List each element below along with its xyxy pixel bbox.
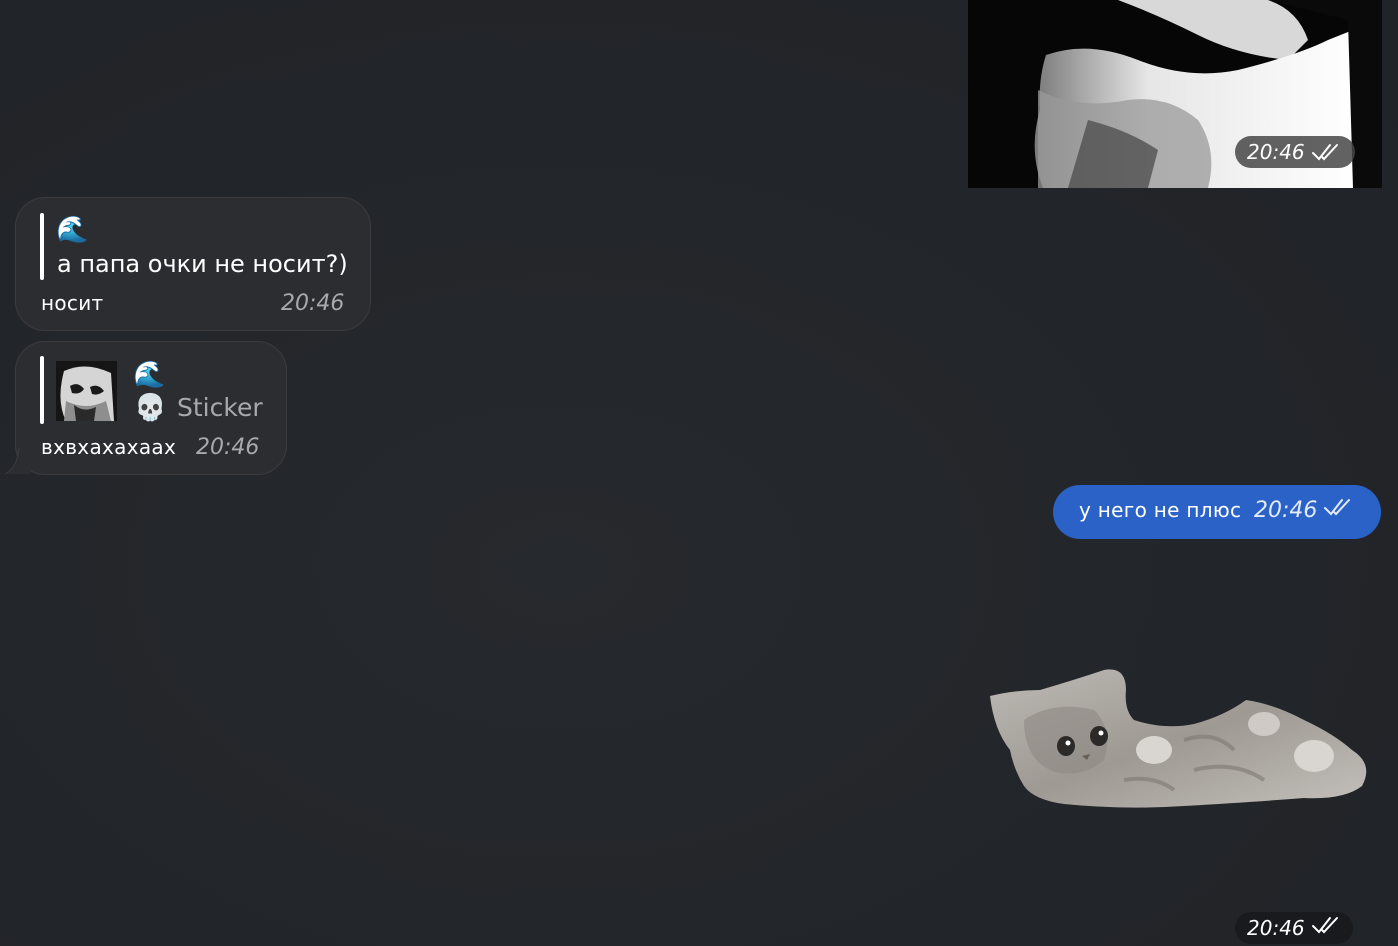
media-message[interactable]: 20:46: [968, 0, 1382, 188]
wave-emoji: 🌊: [133, 360, 166, 390]
kitten-sticker[interactable]: [984, 660, 1376, 820]
reply-thumbnail[interactable]: [56, 361, 117, 421]
message-text: вхвхахахаах: [41, 435, 177, 459]
message-text: носит: [41, 291, 104, 315]
skull-emoji: 💀: [134, 393, 167, 423]
message-time: 20:46: [1254, 497, 1318, 523]
double-check-icon: [1311, 912, 1341, 944]
reply-quote-text[interactable]: а папа очки не носит?): [57, 250, 348, 278]
message-time: 20:46: [196, 435, 260, 460]
message-text: у него не плюс: [1079, 498, 1242, 522]
reply-quote-bar: [40, 213, 44, 280]
double-check-icon: [1323, 497, 1353, 523]
message-time: 20:46: [281, 291, 345, 316]
chat-history[interactable]: 20:46 🌊 а папа очки не носит?) носит 20:…: [0, 0, 1398, 946]
bubble-tail: [4, 448, 31, 475]
media-time: 20:46: [1247, 140, 1305, 164]
double-check-icon: [1311, 142, 1341, 162]
reply-sticker-label[interactable]: Sticker: [177, 393, 263, 422]
media-time-badge: 20:46: [1235, 136, 1355, 168]
incoming-message[interactable]: 🌊 💀 Sticker вхвхахахаах 20:46: [15, 341, 287, 475]
wave-emoji: 🌊: [56, 215, 89, 245]
sticker-time: 20:46: [1247, 916, 1305, 940]
message-meta: 20:46: [1254, 497, 1353, 523]
outgoing-message[interactable]: у него не плюс 20:46: [1053, 485, 1381, 539]
reply-quote-bar: [40, 356, 44, 424]
sticker-time-badge: 20:46: [1235, 912, 1353, 944]
incoming-message[interactable]: 🌊 а папа очки не носит?) носит 20:46: [15, 197, 371, 331]
